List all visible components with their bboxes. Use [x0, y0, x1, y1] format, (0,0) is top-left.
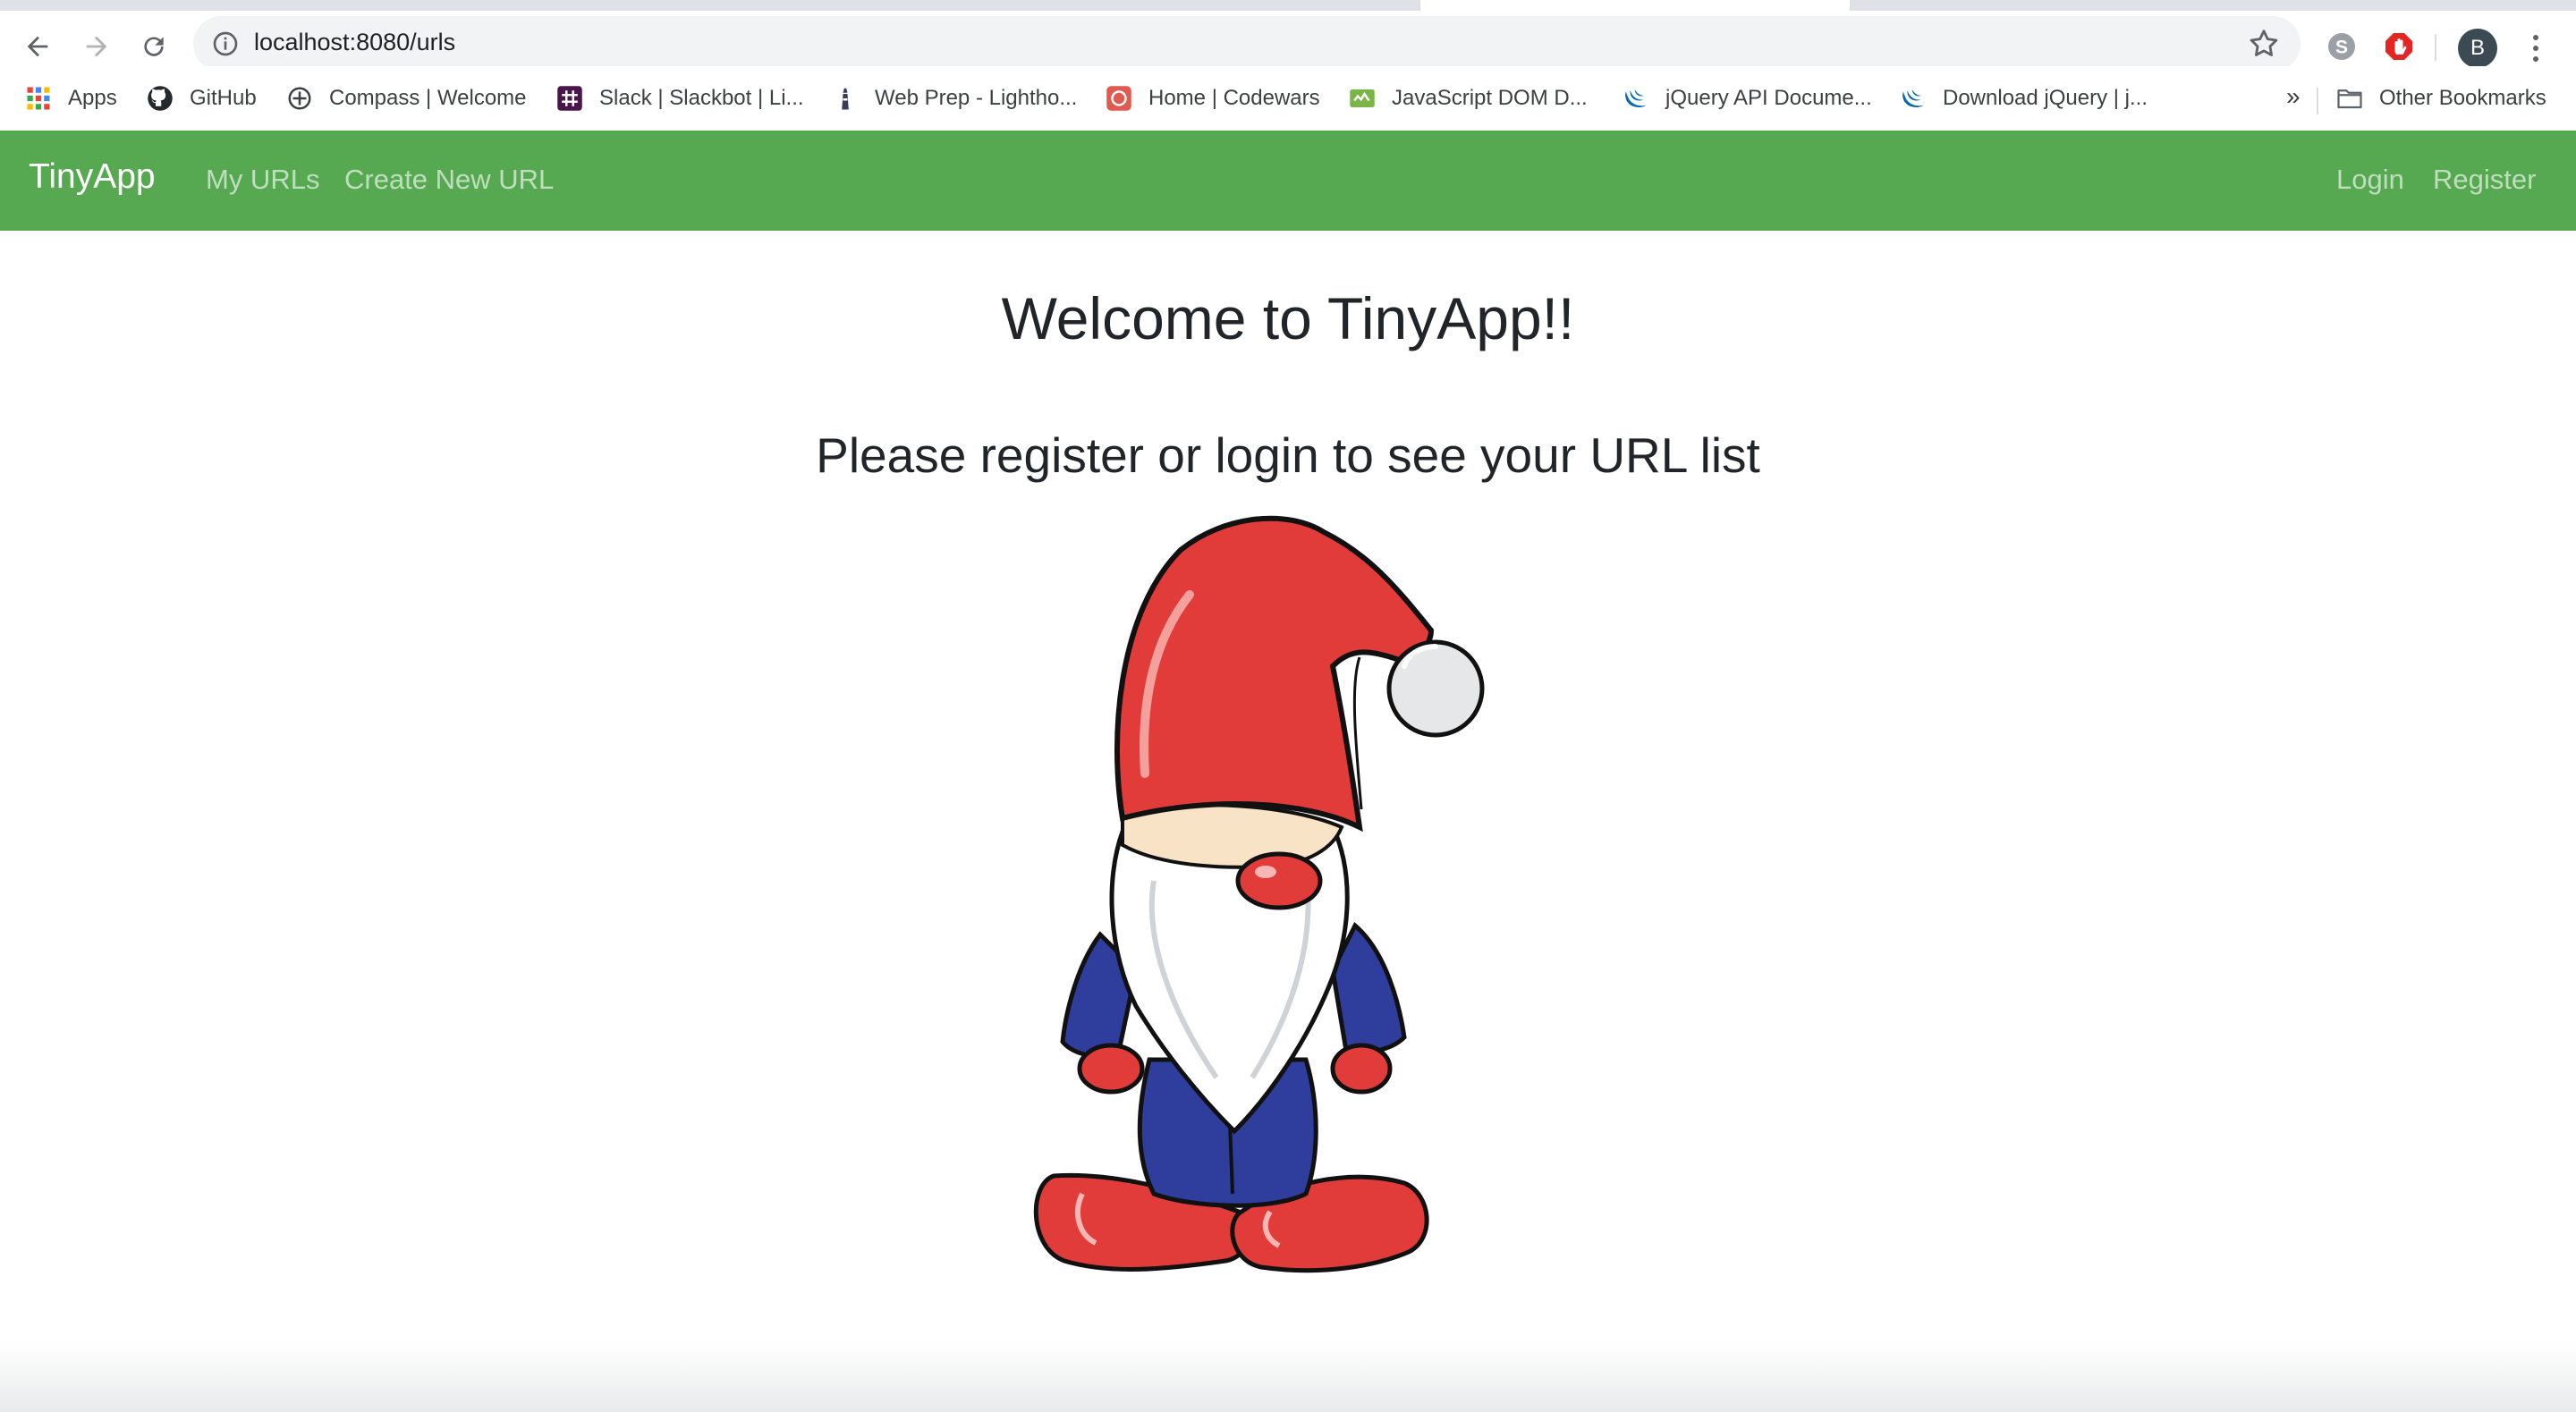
bookmark-star-icon[interactable] [2247, 27, 2281, 61]
bookmark-label: jQuery API Docume... [1665, 86, 1872, 110]
toolbar-divider [2435, 34, 2436, 61]
svg-text:S: S [2335, 38, 2348, 58]
gnome-illustration [1033, 515, 1485, 1273]
bookmark-apps[interactable]: Apps [25, 80, 117, 116]
bookmark-label: Download jQuery | j... [1943, 86, 2148, 110]
bookmark-github[interactable]: GitHub [147, 80, 257, 116]
dot-icon [2533, 35, 2538, 40]
forward-button[interactable] [77, 27, 116, 66]
folder-icon [2337, 89, 2362, 109]
page-title: Welcome to TinyApp!! [1001, 285, 1575, 351]
url-text[interactable]: localhost:8080/urls [254, 29, 455, 56]
arrow-left-icon [27, 36, 48, 57]
tab-strip [0, 0, 2576, 11]
nav-register[interactable]: Register [2433, 164, 2536, 196]
bookmark-slack[interactable]: Slack | Slackbot | Li... [556, 80, 804, 116]
apps-grid-icon [27, 87, 50, 110]
javascript-dom-icon [1350, 89, 1375, 107]
profile-avatar[interactable]: B [2458, 29, 2497, 68]
nav-create-new-url[interactable]: Create New URL [344, 164, 554, 196]
lighthouse-icon [842, 88, 849, 110]
bookmark-label: Web Prep - Lightho... [875, 86, 1078, 110]
bookmark-label: JavaScript DOM D... [1392, 86, 1588, 110]
bookmark-compass[interactable]: Compass | Welcome [286, 80, 527, 116]
bookmark-label: Compass | Welcome [329, 86, 527, 110]
browser-menu-button[interactable] [2522, 29, 2549, 68]
jquery-icon [1902, 89, 1924, 107]
dot-icon [2533, 56, 2538, 62]
bookmark-label: Apps [68, 86, 117, 110]
github-icon [148, 86, 173, 111]
arrow-right-icon [86, 36, 107, 57]
other-bookmarks-folder[interactable]: Other Bookmarks [2336, 80, 2546, 116]
active-tab[interactable] [1420, 0, 1850, 11]
back-button[interactable] [18, 27, 57, 66]
bookmark-label: Other Bookmarks [2379, 86, 2546, 110]
bookmark-label: GitHub [190, 86, 257, 110]
bookmark-jquery-api[interactable]: jQuery API Docume... [1623, 80, 1872, 116]
bookmark-lighthouse[interactable]: Web Prep - Lightho... [832, 80, 1077, 116]
skype-extension-icon[interactable]: S [2326, 30, 2358, 63]
bookmarks-overflow-button[interactable]: » [2286, 82, 2301, 111]
brand-link[interactable]: TinyApp [29, 157, 156, 197]
app-navbar: TinyApp My URLs Create New URL Login Reg… [0, 131, 2576, 231]
bookmarks-divider [2317, 88, 2318, 114]
bookmark-codewars[interactable]: Home | Codewars [1106, 80, 1320, 116]
bookmark-label: Slack | Slackbot | Li... [599, 86, 804, 110]
info-icon[interactable] [211, 30, 240, 58]
nav-my-urls[interactable]: My URLs [206, 164, 319, 196]
adblock-extension-icon[interactable] [2383, 30, 2415, 63]
browser-toolbar: localhost:8080/urls S B [0, 11, 2576, 72]
window-bottom-shadow [0, 1341, 2576, 1412]
compass-icon [288, 87, 311, 110]
codewars-icon [1106, 86, 1131, 111]
bookmark-javascript-dom[interactable]: JavaScript DOM D... [1349, 80, 1588, 116]
reload-button[interactable] [134, 27, 174, 66]
bookmark-label: Home | Codewars [1148, 86, 1320, 110]
nav-login[interactable]: Login [2336, 164, 2404, 196]
dot-icon [2533, 46, 2538, 51]
address-bar[interactable]: localhost:8080/urls [193, 16, 2301, 72]
jquery-icon [1625, 89, 1647, 107]
slack-icon [557, 86, 582, 111]
reload-icon [144, 37, 164, 56]
bookmarks-bar: Apps GitHub Compass | Welcome Slack | Sl… [0, 66, 2576, 131]
page-subtitle: Please register or login to see your URL… [816, 427, 1760, 483]
bookmark-download-jquery[interactable]: Download jQuery | j... [1900, 80, 2148, 116]
